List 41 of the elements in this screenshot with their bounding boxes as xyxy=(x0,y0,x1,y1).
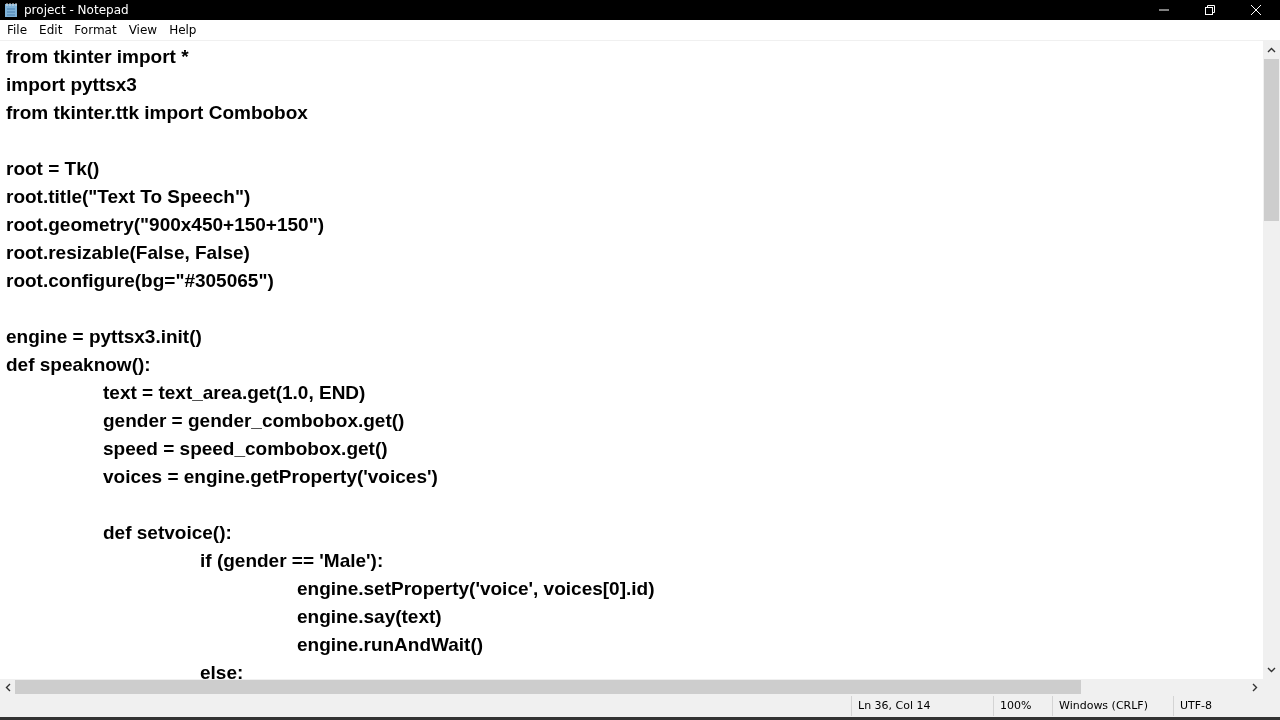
notepad-icon xyxy=(4,2,18,18)
horizontal-scrollbar[interactable] xyxy=(0,679,1263,695)
code-line: from tkinter.ttk import Combobox xyxy=(6,101,308,125)
code-line: engine.say(text) xyxy=(296,605,442,629)
window-title: project - Notepad xyxy=(24,3,130,17)
status-item: UTF-8 xyxy=(1173,696,1280,716)
menu-item[interactable]: Edit xyxy=(34,23,68,37)
scroll-up-icon[interactable] xyxy=(1267,47,1276,53)
close-icon[interactable] xyxy=(1250,4,1262,16)
code-line: else: xyxy=(199,661,244,679)
code-line: gender = gender_combobox.get() xyxy=(102,409,405,433)
menu-item[interactable]: File xyxy=(2,23,33,37)
code-line: voices = engine.getProperty('voices') xyxy=(102,465,438,489)
code-line: root.title("Text To Speech") xyxy=(6,185,251,209)
vertical-scrollbar[interactable] xyxy=(1263,41,1280,679)
code-line: text = text_area.get(1.0, END) xyxy=(102,381,366,405)
code-line: root.configure(bg="#305065") xyxy=(6,269,274,293)
code-line: root = Tk() xyxy=(6,157,100,181)
status-item: Windows (CRLF) xyxy=(1052,696,1173,716)
status-item: 100% xyxy=(993,696,1052,716)
scroll-down-icon[interactable] xyxy=(1267,667,1276,673)
scroll-right-icon[interactable] xyxy=(1252,682,1258,692)
code-line: engine.setProperty('voice', voices[0].id) xyxy=(296,577,655,601)
code-line: def setvoice(): xyxy=(102,521,232,545)
menu-item[interactable]: Format xyxy=(69,23,122,37)
code-line: engine.runAndWait() xyxy=(296,633,484,657)
code-line: import pyttsx3 xyxy=(6,73,137,97)
code-line: speed = speed_combobox.get() xyxy=(102,437,388,461)
scroll-left-icon[interactable] xyxy=(5,682,11,692)
code-line: root.geometry("900x450+150+150") xyxy=(6,213,324,237)
code-line: def speaknow(): xyxy=(6,353,151,377)
scroll-thumb[interactable] xyxy=(15,680,1081,694)
menu-item[interactable]: Help xyxy=(164,23,202,37)
code-line: root.resizable(False, False) xyxy=(6,241,250,265)
scroll-thumb[interactable] xyxy=(1264,59,1279,221)
code-line: if (gender == 'Male'): xyxy=(199,549,384,573)
code-line: from tkinter import * xyxy=(6,45,189,69)
restore-icon[interactable] xyxy=(1204,4,1216,16)
status-item: Ln 36, Col 14 xyxy=(851,696,993,716)
code-line: engine = pyttsx3.init() xyxy=(6,325,202,349)
menu-item[interactable]: View xyxy=(123,23,163,37)
